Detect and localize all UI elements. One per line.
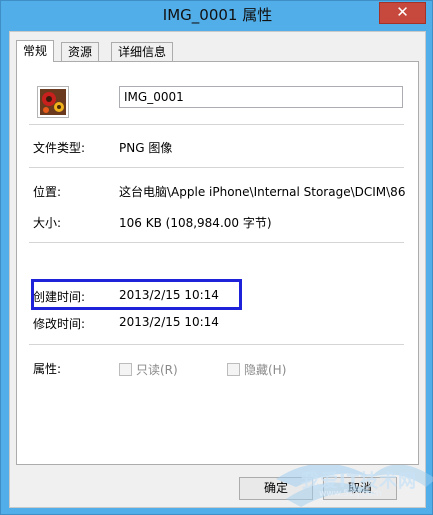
size-value: 106 KB (108,984.00 字节) (119, 216, 272, 230)
close-button[interactable]: ✕ (379, 2, 426, 24)
readonly-checkbox-label: 只读(R) (136, 363, 178, 377)
hidden-checkbox[interactable]: 隐藏(H) (227, 361, 286, 378)
modified-label: 修改时间: (33, 317, 86, 331)
attributes-label: 属性: (33, 362, 62, 376)
file-type-value: PNG 图像 (119, 141, 173, 155)
created-time-highlight (31, 279, 242, 310)
close-icon: ✕ (396, 3, 409, 21)
tab-details[interactable]: 详细信息 (111, 42, 174, 61)
dialog-body: 常规 资源 详细信息 IMG_0001 文件类型: PNG 图像 位置: 这台电… (9, 31, 426, 508)
divider (29, 124, 404, 125)
title-bar[interactable]: IMG_0001 属性 (1, 1, 433, 31)
size-label: 大小: (33, 216, 62, 230)
hidden-checkbox-box[interactable] (227, 363, 240, 376)
properties-dialog: IMG_0001 属性 ✕ 常规 资源 详细信息 IMG_0001 文件类型: … (0, 0, 433, 515)
readonly-checkbox[interactable]: 只读(R) (119, 361, 178, 378)
divider (29, 242, 404, 243)
tab-general-label: 常规 (23, 44, 48, 58)
hidden-checkbox-label: 隐藏(H) (244, 363, 287, 377)
window-title: IMG_0001 属性 (162, 6, 273, 24)
location-value: 这台电脑\Apple iPhone\Internal Storage\DCIM\… (119, 185, 406, 199)
image-file-icon (37, 86, 69, 118)
divider (29, 344, 404, 345)
file-type-label: 文件类型: (33, 141, 86, 155)
general-panel: 文件类型: PNG 图像 位置: 这台电脑\Apple iPhone\Inter… (16, 61, 419, 465)
ok-button-label: 确定 (263, 481, 288, 495)
tab-resources[interactable]: 资源 (61, 42, 100, 61)
watermark-url: www.52ij.com (319, 489, 382, 499)
file-name-input[interactable] (119, 86, 403, 108)
modified-value: 2013/2/15 10:14 (119, 315, 219, 329)
tab-general[interactable]: 常规 (16, 40, 55, 62)
tab-resources-label: 资源 (68, 45, 93, 59)
location-label: 位置: (33, 185, 62, 199)
tab-details-label: 详细信息 (118, 45, 167, 59)
readonly-checkbox-box[interactable] (119, 363, 132, 376)
divider (29, 167, 404, 168)
